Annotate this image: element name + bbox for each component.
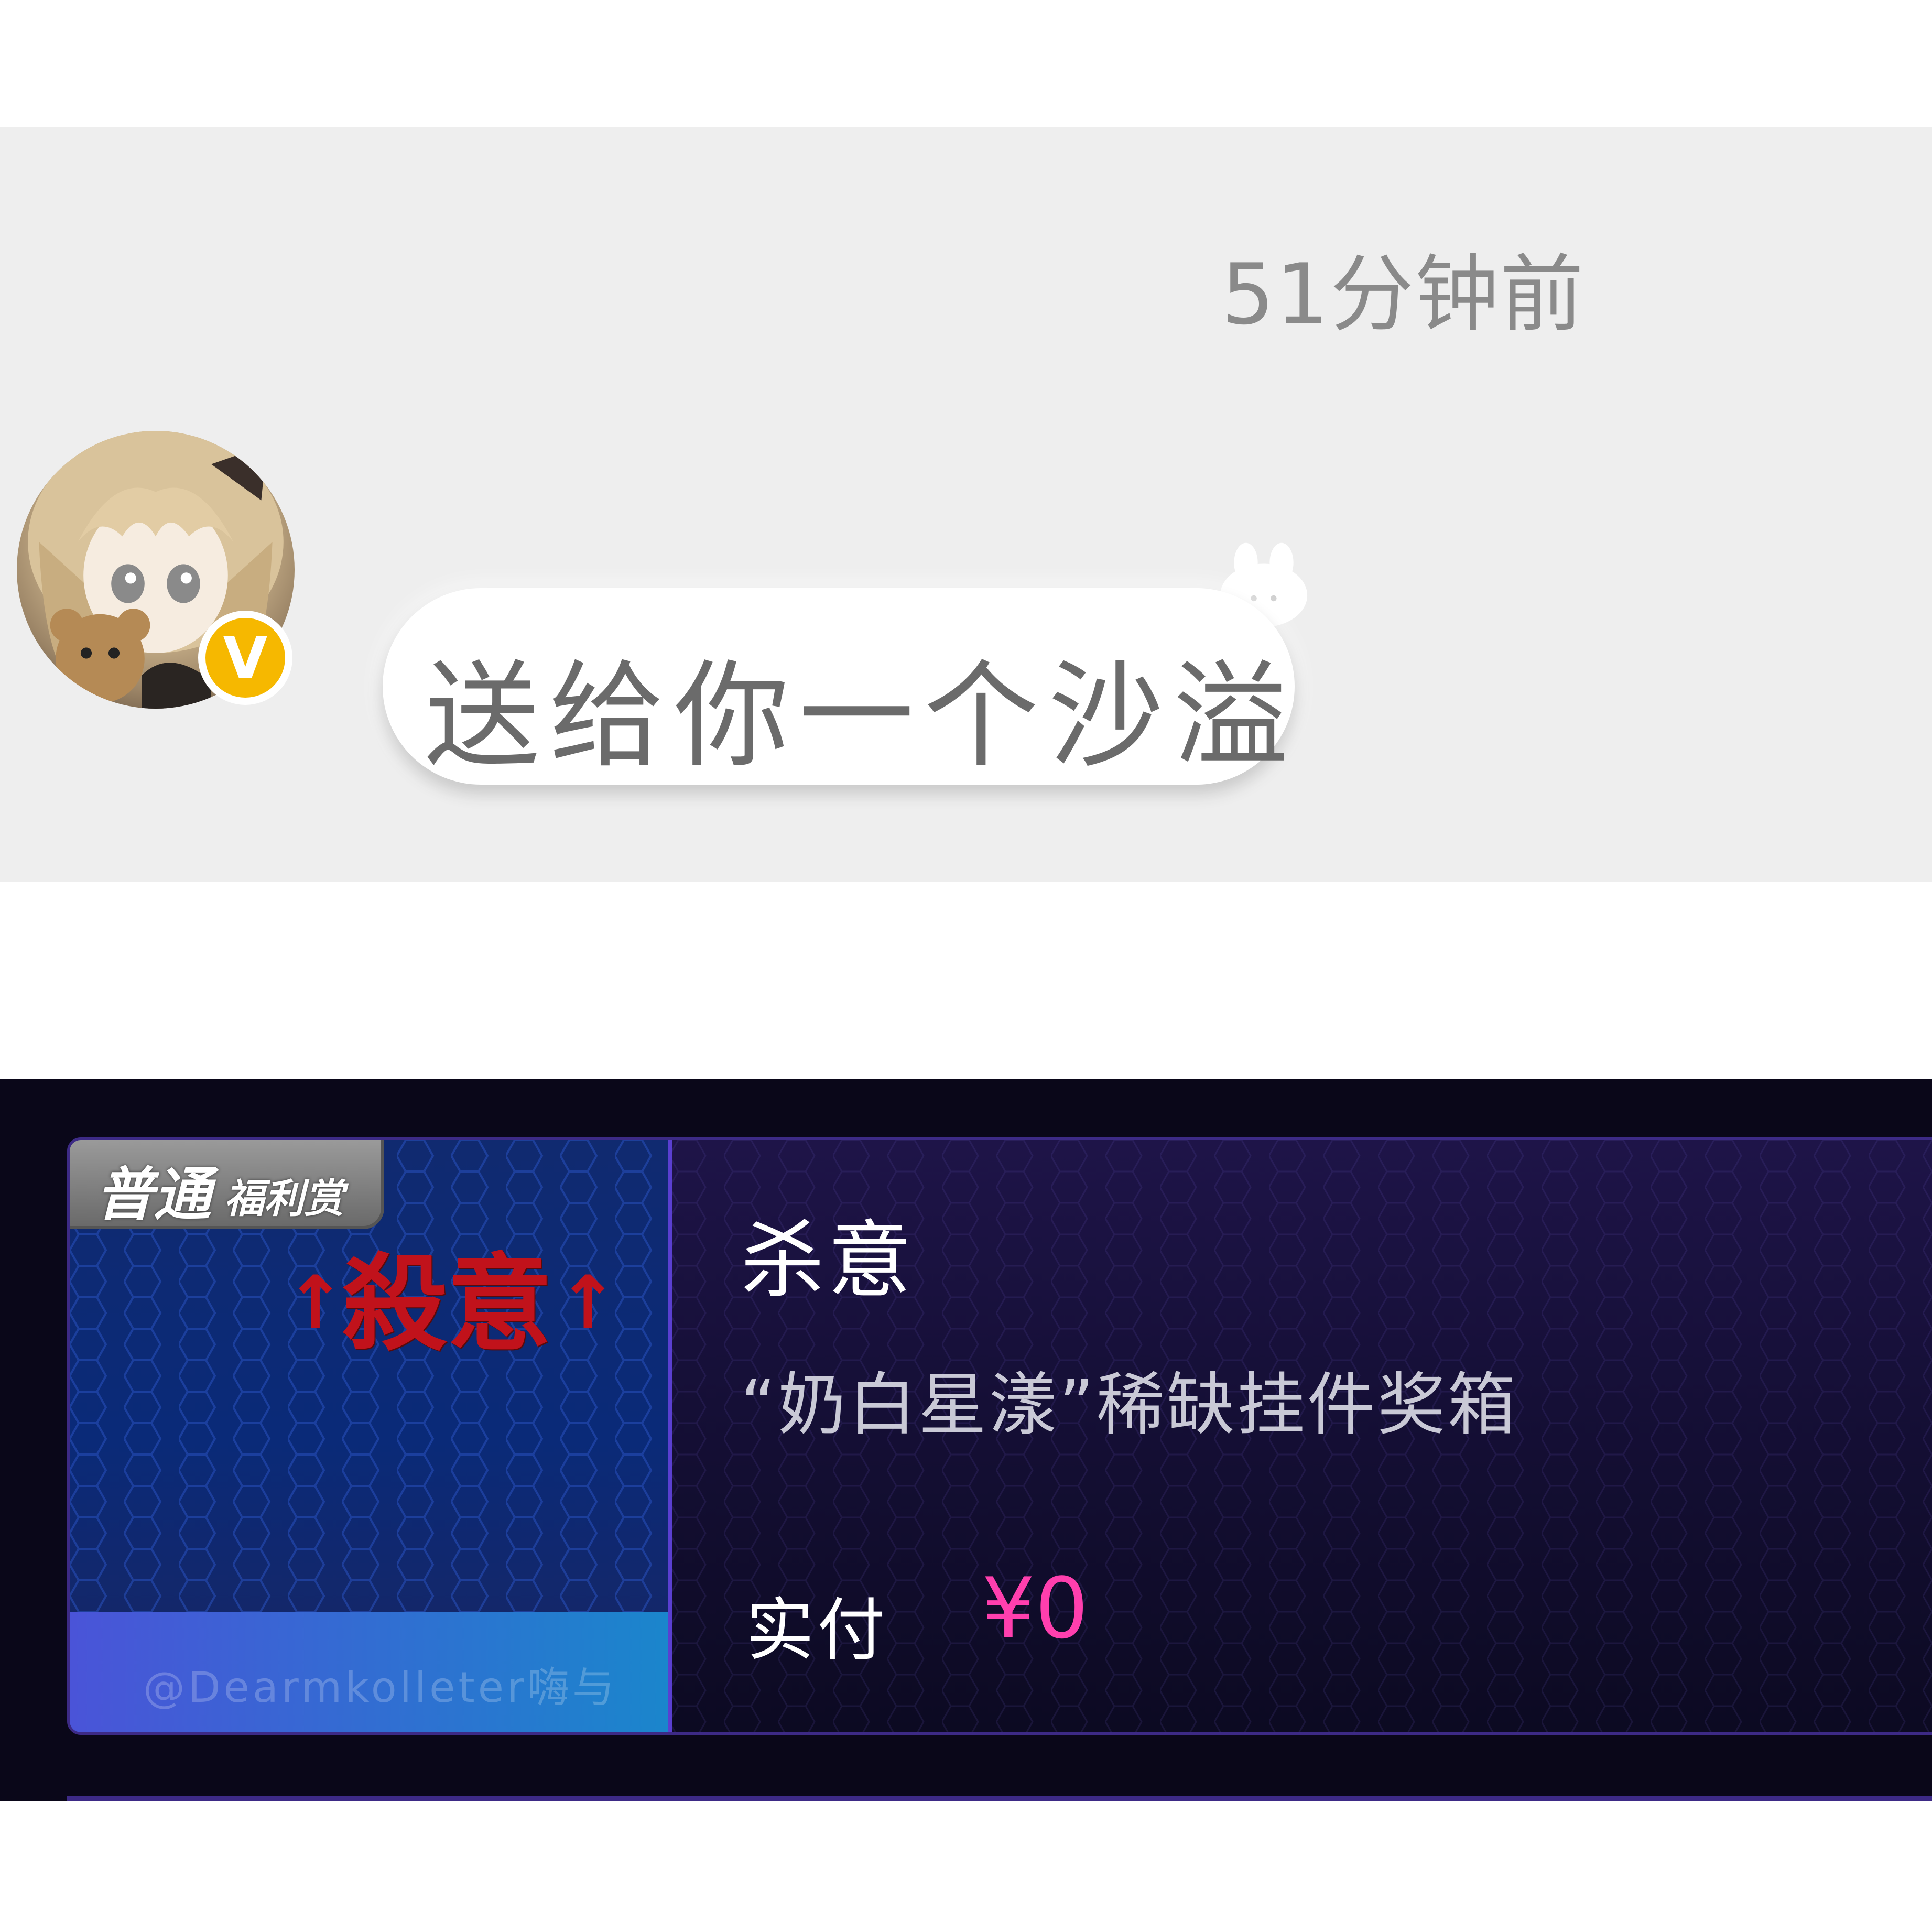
message-timestamp: 51分钟前 [1221, 245, 1585, 343]
thumbnail-footer: @Dearmkolleter嗨与 [70, 1612, 668, 1732]
product-description: “奶白星漾”稀缺挂件奖箱 [741, 1365, 1518, 1445]
order-card[interactable]: 普通 福利赏 殺意 ↑ ↑ @Dearmkolleter嗨与 杀意 “奶白星漾”… [67, 1137, 1932, 1735]
product-title: 杀意 [741, 1211, 915, 1309]
chat-panel: 51分钟前 V 送给你一个沙溢 [0, 127, 1932, 882]
tier-tag-sub: 福利赏 [224, 1175, 344, 1222]
arrow-up-icon: ↑ [285, 1261, 346, 1346]
thumbnail-watermark: @Dearmkolleter嗨与 [143, 1663, 617, 1712]
tier-tag: 普通 福利赏 [70, 1140, 384, 1229]
message-bubble[interactable]: 送给你一个沙溢 [383, 588, 1295, 785]
arrow-up-icon: ↑ [557, 1261, 619, 1346]
verified-badge-icon: V [198, 611, 292, 705]
tier-tag-main: 普通 [96, 1161, 211, 1228]
payment-amount: ¥0 [982, 1559, 1089, 1657]
payment-label: 实付 [746, 1590, 889, 1670]
product-thumbnail[interactable]: 普通 福利赏 殺意 ↑ ↑ @Dearmkolleter嗨与 [70, 1140, 672, 1732]
thumbnail-name: 殺意 [342, 1243, 552, 1365]
message-text: 送给你一个沙溢 [425, 649, 1298, 783]
order-panel: 普通 福利赏 殺意 ↑ ↑ @Dearmkolleter嗨与 杀意 “奶白星漾”… [0, 1079, 1932, 1801]
next-card-edge [67, 1796, 1932, 1801]
